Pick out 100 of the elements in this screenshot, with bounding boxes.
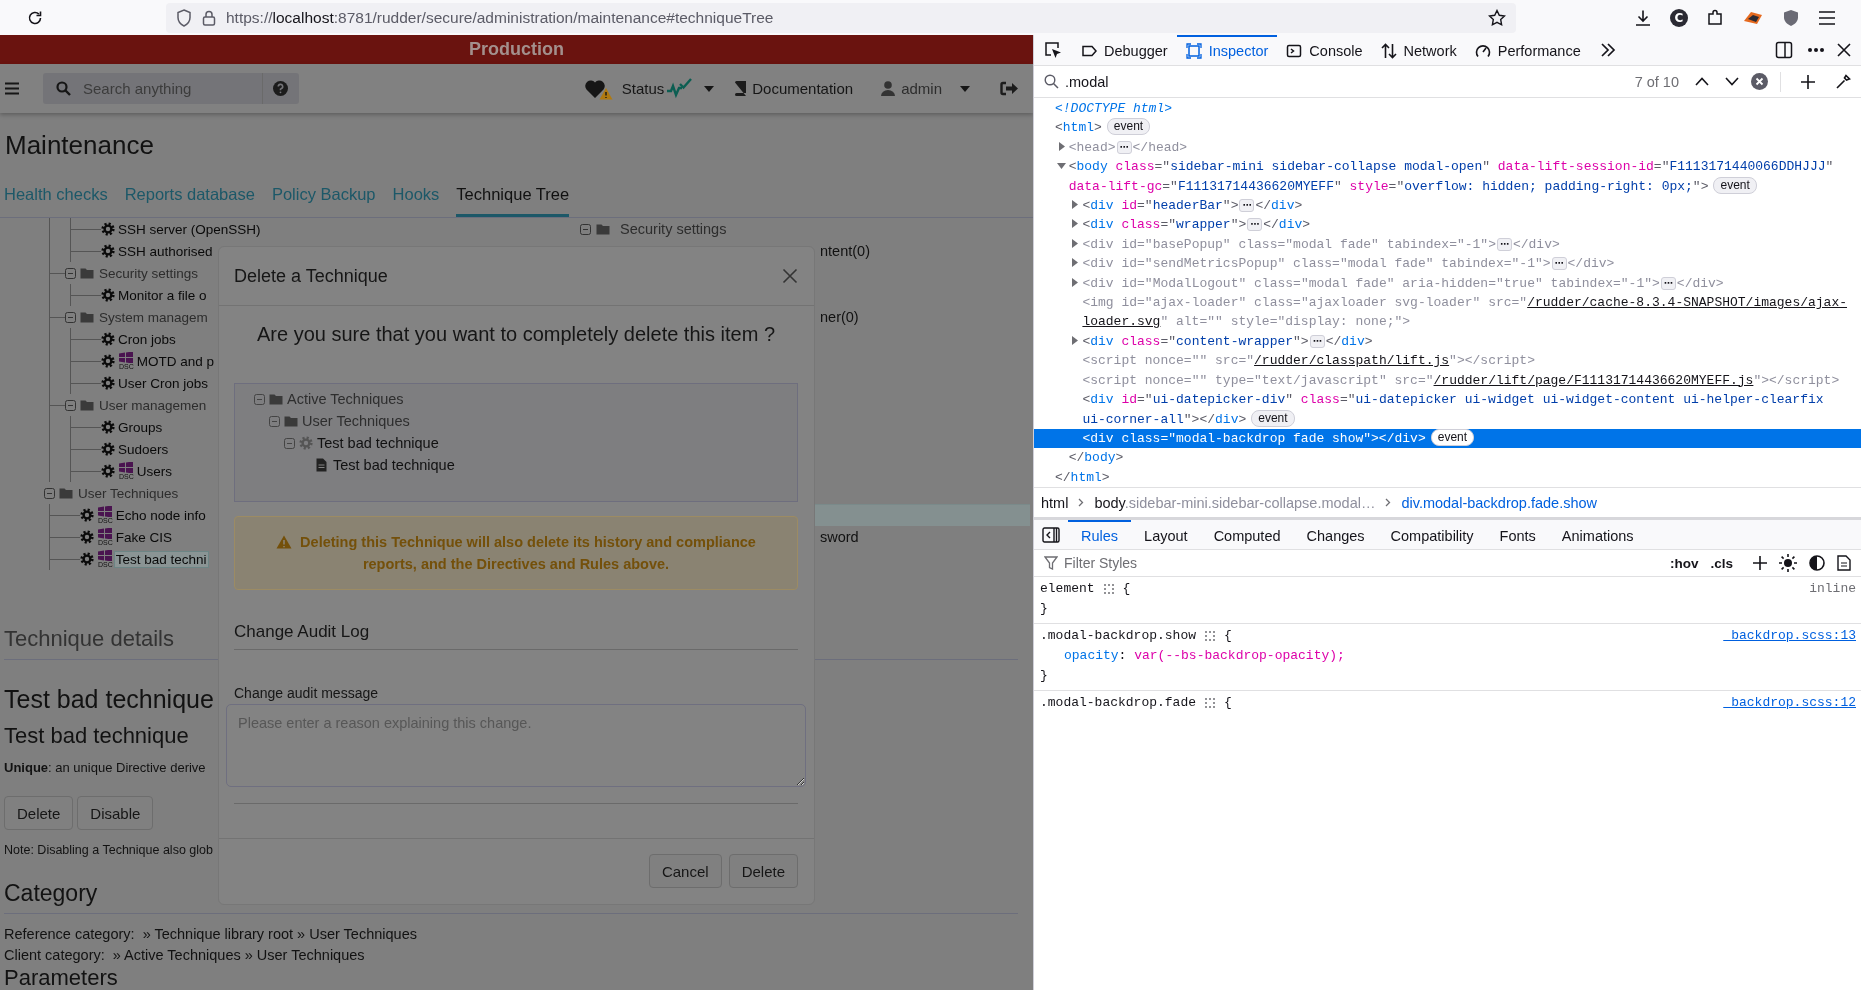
panel-tab[interactable]: Fonts bbox=[1486, 519, 1549, 550]
tree-item[interactable]: Security settings bbox=[99, 265, 199, 281]
puzzle-icon[interactable] bbox=[1706, 8, 1724, 27]
sun-icon[interactable] bbox=[1779, 554, 1797, 573]
tree-item[interactable]: User Techniques bbox=[78, 485, 179, 501]
collapsed-arrow-icon[interactable] bbox=[1070, 219, 1080, 229]
breadcrumb-item[interactable]: html bbox=[1041, 494, 1069, 511]
download-icon[interactable] bbox=[1634, 8, 1652, 27]
devtools-tab[interactable]: Debugger bbox=[1072, 34, 1177, 66]
tree-item[interactable]: Fake CIS bbox=[114, 529, 174, 545]
grid-dots-icon[interactable] bbox=[1204, 697, 1217, 710]
devtools-tab[interactable]: Network bbox=[1371, 34, 1466, 66]
tree-item[interactable]: sword bbox=[820, 529, 859, 545]
collapsed-arrow-icon[interactable] bbox=[1056, 141, 1066, 151]
toggle-button[interactable]: .cls bbox=[1710, 555, 1733, 571]
collapsed-arrow-icon[interactable] bbox=[1070, 258, 1080, 268]
event-badge[interactable]: event bbox=[1106, 118, 1151, 136]
devtools-tab[interactable]: Performance bbox=[1465, 34, 1590, 66]
source-link[interactable]: _backdrop.scss:13 bbox=[1723, 626, 1856, 647]
collapse-icon[interactable] bbox=[284, 437, 295, 449]
tree-item[interactable]: SSH server (OpenSSH) bbox=[117, 221, 262, 237]
panel-tab[interactable]: Layout bbox=[1131, 519, 1201, 550]
closing-tag[interactable]: </html> bbox=[1034, 467, 1861, 488]
status-menu[interactable]: Status bbox=[621, 71, 715, 106]
expand-button[interactable]: ⋯ bbox=[1116, 140, 1132, 154]
tree-item[interactable]: User Cron jobs bbox=[117, 375, 210, 391]
eyedropper-icon[interactable] bbox=[1835, 73, 1851, 90]
panel-tab[interactable]: Computed bbox=[1200, 519, 1294, 550]
panel-tab[interactable]: Changes bbox=[1293, 519, 1378, 550]
tree-item[interactable]: Test bad technique bbox=[333, 457, 455, 473]
markup-node[interactable]: <div id="ModalLogout" class="modal fade" aria-hidden="true" tabindex="-1"> ⋯ </div> bbox=[1034, 273, 1861, 294]
markup-node[interactable]: <!DOCTYPE html> bbox=[1034, 99, 1861, 119]
collapse-icon[interactable] bbox=[65, 311, 76, 323]
expand-button[interactable]: ⋯ bbox=[1660, 276, 1676, 290]
tree-item[interactable]: Cron jobs bbox=[117, 331, 177, 347]
tree-item[interactable]: SSH authorised bbox=[117, 243, 214, 259]
breadcrumb-item[interactable]: body.sidebar-mini.sidebar-collapse.modal… bbox=[1094, 494, 1376, 511]
add-icon[interactable] bbox=[1753, 556, 1767, 571]
source-link[interactable]: _backdrop.scss:12 bbox=[1723, 693, 1856, 714]
markup-node[interactable]: <div class="modal-backdrop fade show"></div> event bbox=[1034, 428, 1861, 449]
tree-item[interactable]: Groups bbox=[117, 419, 164, 435]
closing-tag[interactable]: </body> bbox=[1034, 448, 1861, 468]
next-icon[interactable] bbox=[1725, 77, 1739, 86]
collapsed-arrow-icon[interactable] bbox=[1070, 238, 1080, 248]
menu-icon[interactable] bbox=[5, 82, 19, 95]
markup-node[interactable]: <body class="sidebar-mini sidebar-collapse modal-open" data-lift-session-id="F1113171440066DDHJJJ" data-lift-gc="F11131714436620MYEFF" style="overflow: hidden; padding-right: 0px;"> event bbox=[1034, 157, 1861, 197]
markup-node[interactable]: <script nonce="" type="text/javascript" src="/rudder/lift/page/F11131714436620MYEFF.js"></script> bbox=[1034, 370, 1861, 391]
tree-item[interactable]: MOTD and p bbox=[135, 353, 216, 369]
expand-button[interactable]: ⋯ bbox=[1247, 218, 1263, 232]
tree-item[interactable]: Monitor a file o bbox=[117, 287, 208, 303]
documentation-link[interactable]: Documentation bbox=[734, 71, 854, 106]
event-badge[interactable]: event bbox=[1430, 428, 1475, 446]
markup-node[interactable]: <div id="sendMetricsPopup" class="modal fade" tabindex="-1"> ⋯ </div> bbox=[1034, 254, 1861, 274]
previous-icon[interactable] bbox=[1695, 77, 1709, 86]
tree-item[interactable]: ner(0) bbox=[820, 309, 859, 325]
markup-node[interactable]: <script nonce="" src="/rudder/classpath/lift.js"></script> bbox=[1034, 351, 1861, 371]
tab[interactable]: Technique Tree bbox=[456, 175, 570, 217]
star-icon[interactable] bbox=[1488, 8, 1506, 27]
collapse-icon[interactable] bbox=[580, 223, 591, 235]
help-icon[interactable] bbox=[273, 81, 288, 96]
breadcrumb-item[interactable]: div.modal-backdrop.fade.show bbox=[1401, 494, 1597, 511]
search-field[interactable]: Search anything bbox=[43, 73, 299, 104]
extension-button[interactable]: C bbox=[1670, 8, 1688, 27]
markup-node[interactable]: <div class="content-wrapper"> ⋯ </div> bbox=[1034, 331, 1861, 352]
close-icon[interactable] bbox=[1837, 43, 1851, 57]
cancel-button[interactable]: Cancel bbox=[648, 854, 722, 888]
element-picker-icon[interactable] bbox=[1044, 41, 1062, 59]
markup-node[interactable]: <head> ⋯ </head> bbox=[1034, 137, 1861, 158]
grid-dots-icon[interactable] bbox=[1204, 630, 1217, 643]
add-icon[interactable] bbox=[1801, 74, 1815, 89]
toggle-button[interactable]: :hov bbox=[1669, 555, 1699, 571]
collapse-icon[interactable] bbox=[254, 393, 265, 405]
logout-icon[interactable] bbox=[1000, 81, 1018, 96]
sidebar-toggle-icon[interactable] bbox=[1042, 526, 1060, 543]
markup-node[interactable]: <img id="ajax-loader" class="ajaxloader svg-loader" src="/rudder/cache-8.3.4-SNAPSHOT/images/ajax-loader.svg" alt="" style="display: none;"> bbox=[1034, 293, 1861, 332]
contrast-icon[interactable] bbox=[1809, 555, 1825, 572]
disable-button[interactable]: Disable bbox=[77, 796, 154, 830]
markup-node[interactable]: <div id="headerBar"> ⋯ </div> bbox=[1034, 196, 1861, 216]
collapse-icon[interactable] bbox=[65, 399, 76, 411]
collapse-icon[interactable] bbox=[65, 267, 76, 279]
lock-icon[interactable] bbox=[202, 9, 216, 26]
markup-node[interactable]: <div id="basePopup" class="modal fade" tabindex="-1"> ⋯ </div> bbox=[1034, 234, 1861, 255]
tree-item[interactable]: ntent(0) bbox=[820, 243, 870, 259]
expand-button[interactable]: ⋯ bbox=[1551, 257, 1567, 271]
tree-item[interactable]: Security settings bbox=[620, 221, 727, 237]
collapse-icon[interactable] bbox=[269, 415, 280, 427]
tree-item[interactable]: User managemen bbox=[99, 397, 207, 413]
dock-icon[interactable] bbox=[1775, 41, 1793, 59]
collapsed-arrow-icon[interactable] bbox=[1070, 335, 1080, 345]
tree-item[interactable]: Test bad techni bbox=[114, 551, 208, 567]
shield-icon[interactable] bbox=[1782, 8, 1800, 27]
devtools-tab[interactable]: Inspector bbox=[1176, 34, 1278, 66]
more-icon[interactable] bbox=[1807, 47, 1825, 53]
document-icon[interactable] bbox=[1837, 555, 1851, 572]
clear-icon[interactable] bbox=[1751, 73, 1768, 90]
chevrons-icon[interactable] bbox=[1599, 43, 1616, 57]
event-badge[interactable]: event bbox=[1251, 409, 1295, 427]
menu-icon[interactable] bbox=[1818, 9, 1836, 26]
shield-icon[interactable] bbox=[176, 8, 192, 27]
tree-item[interactable]: System managem bbox=[99, 309, 208, 325]
